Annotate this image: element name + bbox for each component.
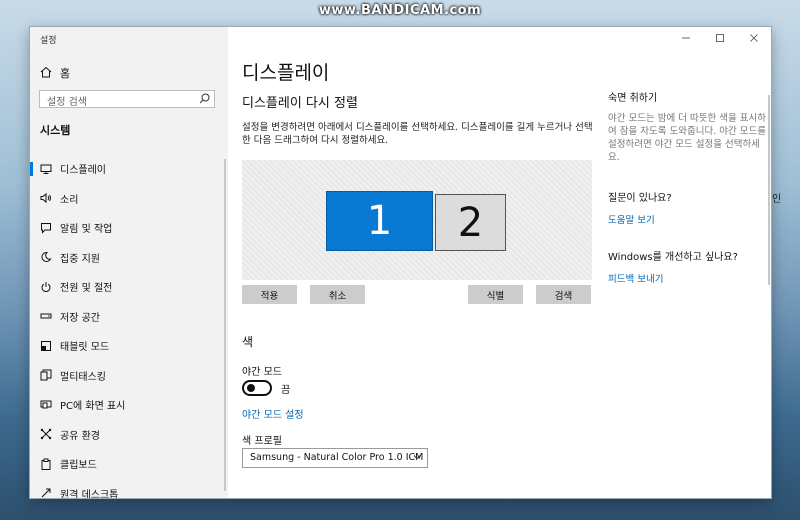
- sidebar-item-label: 디스플레이: [60, 165, 106, 177]
- night-mode-toggle[interactable]: [242, 380, 272, 396]
- sleep-title: 숙면 취하기: [608, 93, 658, 104]
- sidebar-item-display[interactable]: 디스플레이: [30, 154, 228, 184]
- main-content: 디스플레이 디스플레이 다시 정렬 설정을 변경하려면 아래에서 디스플레이를 …: [228, 27, 771, 498]
- monitor-2[interactable]: 2: [435, 194, 506, 251]
- sleep-description: 야간 모드는 밤에 더 따뜻한 색을 표시하여 잠을 자도록 도와줍니다. 야간…: [608, 113, 766, 163]
- sidebar-item-label: 알림 및 작업: [60, 224, 113, 236]
- apply-button[interactable]: 적용: [242, 285, 297, 304]
- settings-window: 설정 홈 설정 검색 시스템 디스플레이 소리 알림 및 작업 집중 지원 전원…: [30, 27, 771, 498]
- home-label: 홈: [60, 67, 71, 80]
- sidebar-item-label: 소리: [60, 194, 79, 206]
- desktop-text: 인: [772, 194, 782, 205]
- sidebar-item-power[interactable]: 전원 및 절전: [30, 272, 228, 302]
- category-title: 시스템: [40, 124, 71, 137]
- search-icon: [199, 93, 210, 107]
- notification-icon: [39, 221, 53, 235]
- night-mode-settings-link[interactable]: 야간 모드 설정: [242, 406, 304, 421]
- feedback-link[interactable]: 피드백 보내기: [608, 271, 768, 285]
- sidebar-item-label: 저장 공간: [60, 312, 100, 324]
- cancel-button[interactable]: 취소: [310, 285, 365, 304]
- sidebar-item-remote-desktop[interactable]: 원격 데스크톱: [30, 479, 228, 498]
- question-title: 질문이 있나요?: [608, 193, 672, 204]
- display-arrangement-area[interactable]: 1 2: [242, 160, 592, 280]
- color-section-title: 색: [242, 335, 254, 349]
- sidebar-scrollbar[interactable]: [224, 159, 226, 491]
- monitor-icon: [39, 162, 53, 176]
- share-icon: [39, 427, 53, 441]
- improve-title: Windows를 개선하고 싶나요?: [608, 252, 738, 263]
- remote-icon: [39, 486, 53, 498]
- right-panel-feedback: Windows를 개선하고 싶나요? 피드백 보내기: [608, 248, 768, 285]
- monitor-1[interactable]: 1: [326, 191, 433, 251]
- sidebar-item-shared-experiences[interactable]: 공유 환경: [30, 420, 228, 450]
- color-profile-label: 색 프로필: [242, 436, 282, 447]
- right-panel-question: 질문이 있나요? 도움말 보기: [608, 189, 768, 226]
- sidebar-item-sound[interactable]: 소리: [30, 184, 228, 214]
- sidebar-item-label: 원격 데스크톱: [60, 489, 119, 498]
- color-profile-dropdown[interactable]: Samsung - Natural Color Pro 1.0 ICM: [242, 448, 428, 468]
- window-title: 설정: [40, 36, 57, 46]
- chevron-down-icon: [412, 452, 422, 465]
- night-mode-label: 야간 모드: [242, 367, 282, 378]
- sidebar-item-storage[interactable]: 저장 공간: [30, 302, 228, 332]
- multitask-icon: [39, 368, 53, 382]
- section-description: 설정을 변경하려면 아래에서 디스플레이를 선택하세요. 디스플레이를 길게 누…: [242, 122, 593, 146]
- tablet-icon: [39, 339, 53, 353]
- sidebar-item-label: 멀티태스킹: [60, 371, 106, 383]
- power-icon: [39, 280, 53, 294]
- watermark: www.BANDICAM.com: [318, 3, 482, 18]
- sidebar-nav: 디스플레이 소리 알림 및 작업 집중 지원 전원 및 절전 저장 공간 태블릿…: [30, 154, 228, 498]
- sidebar-item-tablet-mode[interactable]: 태블릿 모드: [30, 331, 228, 361]
- speaker-icon: [39, 191, 53, 205]
- sidebar-item-label: 클립보드: [60, 460, 97, 472]
- sidebar: 설정 홈 설정 검색 시스템 디스플레이 소리 알림 및 작업 집중 지원 전원…: [30, 27, 228, 498]
- detect-button[interactable]: 검색: [536, 285, 591, 304]
- night-mode-toggle-row: 끔: [242, 380, 290, 396]
- search-placeholder: 설정 검색: [47, 97, 87, 108]
- right-panel-sleep: 숙면 취하기 야간 모드는 밤에 더 따뜻한 색을 표시하여 잠을 자도록 도와…: [608, 89, 768, 164]
- sidebar-item-project[interactable]: PC에 화면 표시: [30, 390, 228, 420]
- toggle-knob: [247, 384, 255, 392]
- moon-icon: [39, 250, 53, 264]
- sidebar-item-multitasking[interactable]: 멀티태스킹: [30, 361, 228, 391]
- home-icon: [40, 66, 52, 81]
- night-mode-state: 끔: [281, 384, 291, 396]
- sidebar-item-label: 전원 및 절전: [60, 283, 113, 295]
- sidebar-item-notifications[interactable]: 알림 및 작업: [30, 213, 228, 243]
- sidebar-item-label: PC에 화면 표시: [60, 401, 126, 413]
- main-scrollbar[interactable]: [768, 95, 770, 285]
- color-profile-value: Samsung - Natural Color Pro 1.0 ICM: [250, 452, 424, 463]
- clipboard-icon: [39, 457, 53, 471]
- identify-button[interactable]: 식별: [468, 285, 523, 304]
- section-title: 디스플레이 다시 정렬: [242, 96, 358, 111]
- sidebar-item-label: 태블릿 모드: [60, 342, 110, 354]
- storage-icon: [39, 309, 53, 323]
- search-input[interactable]: 설정 검색: [39, 90, 215, 108]
- help-link[interactable]: 도움말 보기: [608, 212, 768, 226]
- sidebar-item-label: 집중 지원: [60, 253, 100, 265]
- project-icon: [39, 398, 53, 412]
- sidebar-item-focus-assist[interactable]: 집중 지원: [30, 243, 228, 273]
- page-title: 디스플레이: [242, 62, 330, 84]
- home-link[interactable]: 홈: [40, 65, 70, 81]
- sidebar-item-clipboard[interactable]: 클립보드: [30, 449, 228, 479]
- sidebar-item-label: 공유 환경: [60, 430, 100, 442]
